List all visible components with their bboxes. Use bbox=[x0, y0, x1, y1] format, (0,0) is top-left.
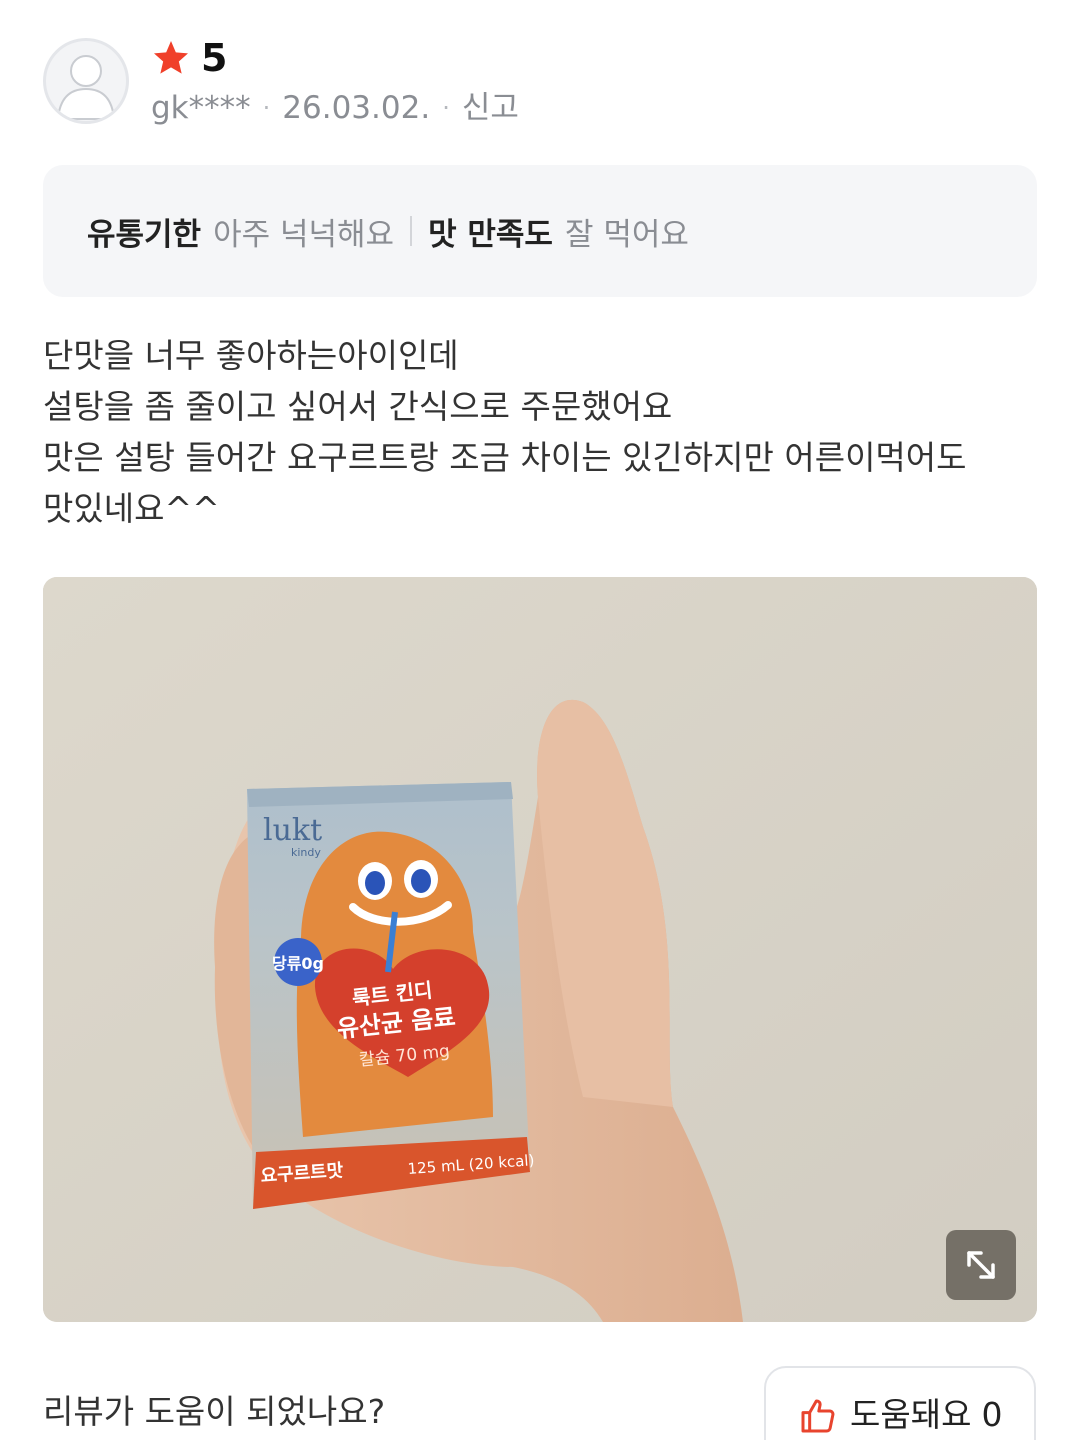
review-meta: gk**** · 26.03.02. · 신고 bbox=[151, 88, 519, 128]
review-text-line: 맛있네요^^ bbox=[43, 489, 220, 528]
helpful-question: 리뷰가 도움이 되었나요? bbox=[43, 1392, 386, 1431]
user-silhouette-icon bbox=[56, 55, 116, 120]
helpful-label: 도움돼요 0 bbox=[850, 1392, 1002, 1438]
review-text-line: 단맛을 너무 좋아하는아이인데 bbox=[43, 336, 459, 375]
meta-separator: · bbox=[262, 94, 271, 122]
review-text-line: 맛은 설탕 들어간 요구르트랑 조금 차이는 있긴하지만 어른이먹어도 bbox=[43, 438, 967, 477]
meta-separator: · bbox=[442, 94, 450, 122]
tag-key-taste: 맛 만족도 bbox=[428, 216, 553, 253]
brand-text: lukt bbox=[263, 813, 322, 848]
helpful-label-text: 도움돼요 bbox=[850, 1395, 972, 1434]
sugar-badge-text: 당류0g bbox=[272, 954, 324, 973]
reviewer-name: gk**** bbox=[151, 90, 251, 126]
review-body: 단맛을 너무 좋아하는아이인데 설탕을 좀 줄이고 싶어서 간식으로 주문했어요… bbox=[43, 330, 1037, 534]
review-date: 26.03.02. bbox=[282, 90, 431, 126]
product-photo-illustration: 당류0g lukt kindy 룩트 킨디 유산균 음료 칼슘 70 mg 요구… bbox=[43, 577, 1037, 1322]
brand-sub-text: kindy bbox=[291, 846, 321, 859]
helpful-button[interactable]: 도움돼요 0 bbox=[764, 1366, 1036, 1440]
tag-divider bbox=[410, 216, 413, 246]
rating-value: 5 bbox=[201, 36, 228, 80]
report-link[interactable]: 신고 bbox=[462, 88, 519, 128]
avatar bbox=[43, 38, 129, 124]
review-header: 5 gk**** · 26.03.02. · 신고 bbox=[43, 38, 1043, 128]
tag-key-expiry: 유통기한 bbox=[87, 216, 202, 253]
review-photo[interactable]: 당류0g lukt kindy 룩트 킨디 유산균 음료 칼슘 70 mg 요구… bbox=[43, 577, 1037, 1322]
star-icon bbox=[154, 41, 188, 74]
tag-value-taste: 잘 먹어요 bbox=[564, 216, 689, 253]
helpful-count: 0 bbox=[981, 1395, 1003, 1434]
review-tags: 유통기한 아주 넉넉해요 맛 만족도 잘 먹어요 bbox=[43, 165, 1037, 297]
tag-value-expiry: 아주 넉넉해요 bbox=[213, 216, 395, 253]
rating: 5 bbox=[151, 38, 227, 78]
review-text-line: 설탕을 좀 줄이고 싶어서 간식으로 주문했어요 bbox=[43, 387, 673, 426]
expand-photo-button[interactable] bbox=[946, 1230, 1016, 1300]
thumbs-up-icon bbox=[801, 1399, 835, 1433]
expand-diagonal-icon bbox=[967, 1251, 995, 1279]
